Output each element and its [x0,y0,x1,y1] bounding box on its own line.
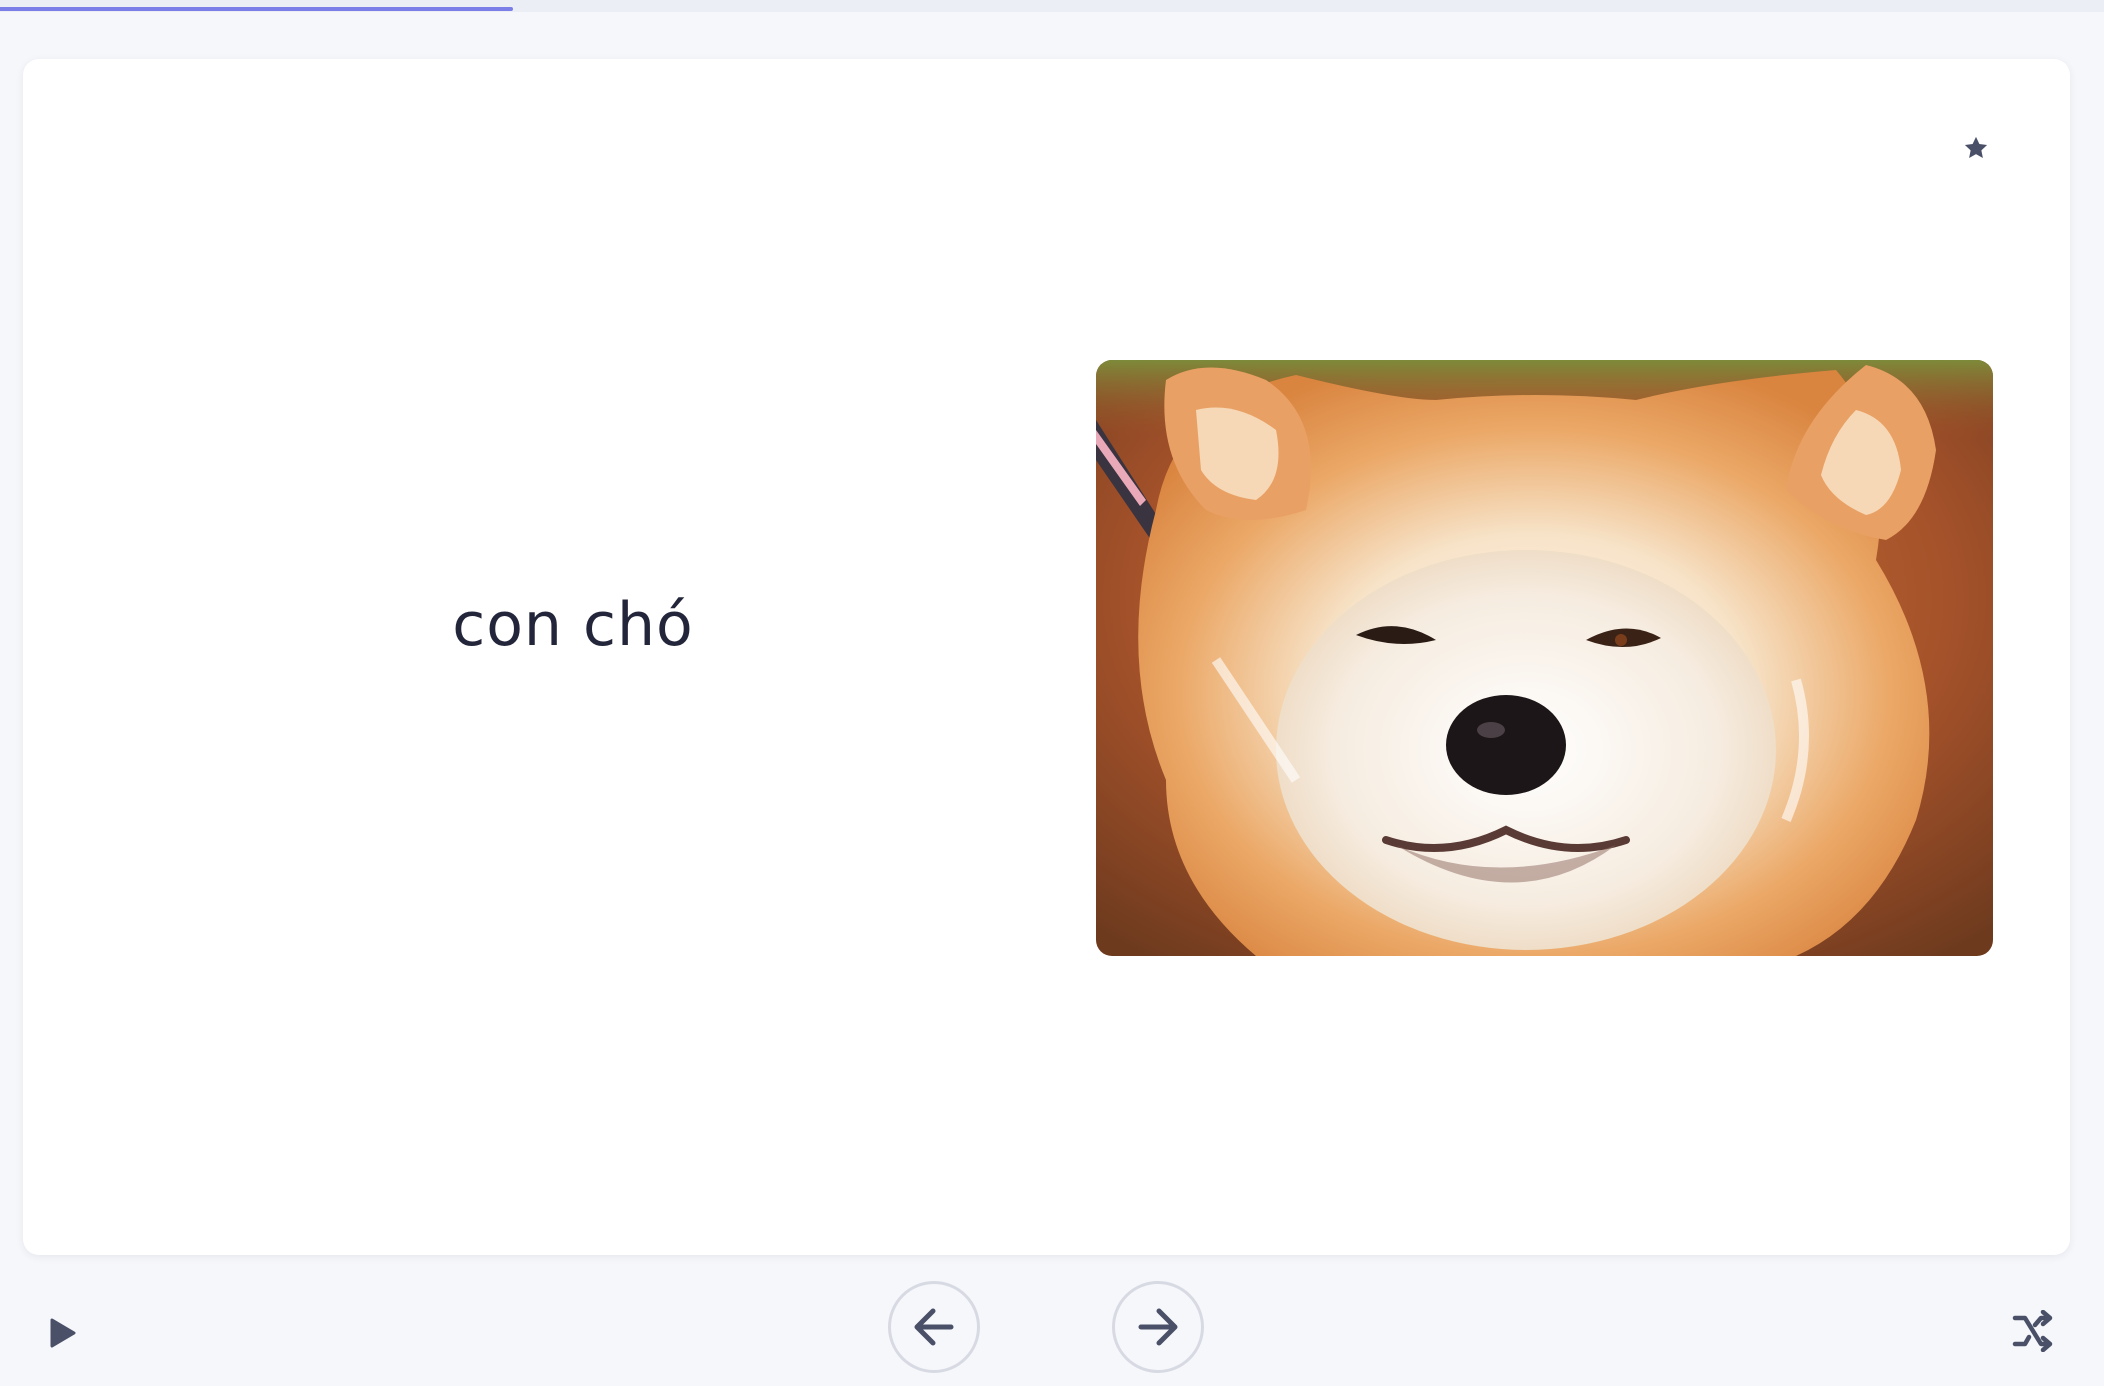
flashcard[interactable]: con chó [23,59,2070,1255]
term-text: con chó [452,590,694,660]
play-icon [50,1318,76,1348]
next-button[interactable] [1112,1281,1204,1373]
arrow-right-icon [1138,1308,1178,1346]
previous-button[interactable] [888,1281,980,1373]
shuffle-button[interactable] [2006,1305,2058,1357]
term-image [1096,360,1993,956]
shuffle-icon [2012,1310,2053,1352]
dog-photo [1096,360,1993,956]
star-icon [1964,136,1988,159]
play-button[interactable] [40,1310,86,1356]
bottom-controls [0,1255,2104,1386]
progress-track [0,0,2104,12]
arrow-left-icon [914,1308,954,1346]
star-button[interactable] [1952,124,2000,172]
progress-bar-fill [0,7,514,11]
